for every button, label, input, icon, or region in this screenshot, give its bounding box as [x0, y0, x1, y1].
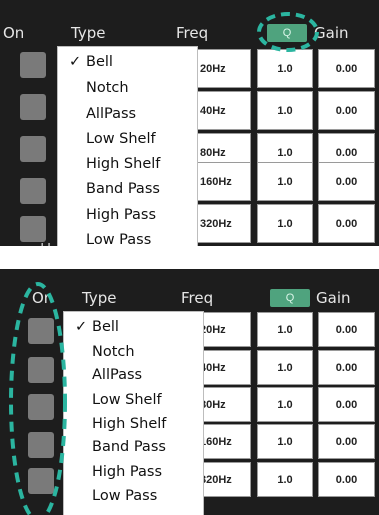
- band-2-gain-field[interactable]: 0.00: [318, 91, 375, 130]
- band-5-gain-field[interactable]: 0.00: [318, 462, 375, 497]
- band-5-on-toggle[interactable]: [20, 216, 46, 242]
- band-4-on-toggle[interactable]: [28, 432, 54, 458]
- checkmark-icon: ✓: [75, 319, 88, 335]
- band-2-q-field[interactable]: 1.0: [257, 350, 313, 385]
- header-on: On: [3, 24, 25, 42]
- band-5-q-field[interactable]: 1.0: [257, 462, 313, 497]
- filter-type-menu: ✓ Bell Notch AllPass Low Shelf High Shel…: [57, 46, 198, 246]
- header-freq: Freq: [181, 289, 214, 307]
- eq-panel-bottom: On Type Freq Q Gain 20Hz 1.0 0.00 40Hz 1…: [0, 269, 379, 515]
- header-gain: Gain: [314, 24, 349, 42]
- band-5-freq-field[interactable]: 320Hz: [195, 204, 251, 243]
- filter-type-menu: ✓ Bell Notch AllPass Low Shelf High Shel…: [63, 311, 204, 515]
- band-4-gain-field[interactable]: 0.00: [318, 162, 375, 201]
- band-1-freq-field[interactable]: 20Hz: [195, 49, 251, 88]
- header-on: On: [32, 289, 54, 307]
- band-1-gain-field[interactable]: 0.00: [318, 49, 375, 88]
- band-1-on-toggle[interactable]: [28, 318, 54, 344]
- band-2-freq-field[interactable]: 40Hz: [195, 91, 251, 130]
- partial-label: H: [40, 240, 51, 246]
- band-4-gain-field[interactable]: 0.00: [318, 424, 375, 459]
- band-1-q-field[interactable]: 1.0: [257, 49, 313, 88]
- band-3-on-toggle[interactable]: [28, 394, 54, 420]
- band-4-q-field[interactable]: 1.0: [257, 162, 313, 201]
- band-5-gain-field[interactable]: 0.00: [318, 204, 375, 243]
- band-1-q-field[interactable]: 1.0: [257, 312, 313, 347]
- band-3-q-field[interactable]: 1.0: [257, 387, 313, 422]
- band-5-on-toggle[interactable]: [28, 468, 54, 494]
- band-3-on-toggle[interactable]: [20, 136, 46, 162]
- eq-panel-top: On Type Freq Q Gain 20Hz 1.0 0.00 40Hz 1…: [0, 0, 379, 246]
- q-header-button[interactable]: Q: [267, 24, 307, 42]
- band-1-on-toggle[interactable]: [20, 52, 46, 78]
- checkmark-icon: ✓: [69, 54, 82, 70]
- band-1-gain-field[interactable]: 0.00: [318, 312, 375, 347]
- band-4-q-field[interactable]: 1.0: [257, 424, 313, 459]
- band-5-q-field[interactable]: 1.0: [257, 204, 313, 243]
- header-type: Type: [71, 24, 106, 42]
- band-2-q-field[interactable]: 1.0: [257, 91, 313, 130]
- q-header-button[interactable]: Q: [270, 289, 310, 307]
- band-4-freq-field[interactable]: 160Hz: [195, 162, 251, 201]
- band-2-gain-field[interactable]: 0.00: [318, 350, 375, 385]
- header-type: Type: [82, 289, 117, 307]
- band-4-on-toggle[interactable]: [20, 178, 46, 204]
- header-freq: Freq: [176, 24, 209, 42]
- band-2-on-toggle[interactable]: [28, 357, 54, 383]
- header-gain: Gain: [316, 289, 351, 307]
- band-3-gain-field[interactable]: 0.00: [318, 387, 375, 422]
- band-2-on-toggle[interactable]: [20, 94, 46, 120]
